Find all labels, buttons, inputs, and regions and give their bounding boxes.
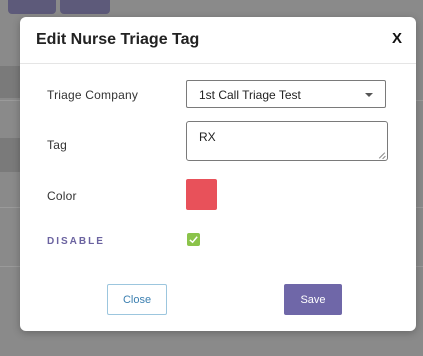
tag-label: Tag [47,138,67,152]
check-icon [189,236,198,244]
save-button[interactable]: Save [284,284,342,315]
close-icon[interactable]: X [392,30,402,47]
triage-company-value: 1st Call Triage Test [199,88,301,102]
close-button[interactable]: Close [107,284,167,315]
background-band [0,66,20,98]
triage-company-select[interactable]: 1st Call Triage Test [186,80,386,108]
disable-label: DISABLE [47,236,105,247]
tag-textarea[interactable]: RX [186,121,388,161]
color-picker-swatch[interactable] [186,179,217,210]
disable-checkbox[interactable] [187,233,200,246]
triage-company-label: Triage Company [47,88,139,102]
tag-value: RX [199,130,216,144]
chevron-down-icon [365,93,373,97]
modal-title: Edit Nurse Triage Tag [36,31,200,48]
background-tab [8,0,56,14]
color-label: Color [47,189,77,203]
modal-header: Edit Nurse Triage Tag X [20,17,416,64]
resize-handle-icon[interactable] [379,152,385,158]
background-tab [60,0,110,14]
background-band [0,138,20,172]
edit-tag-modal: Edit Nurse Triage Tag X Triage Company 1… [20,17,416,331]
